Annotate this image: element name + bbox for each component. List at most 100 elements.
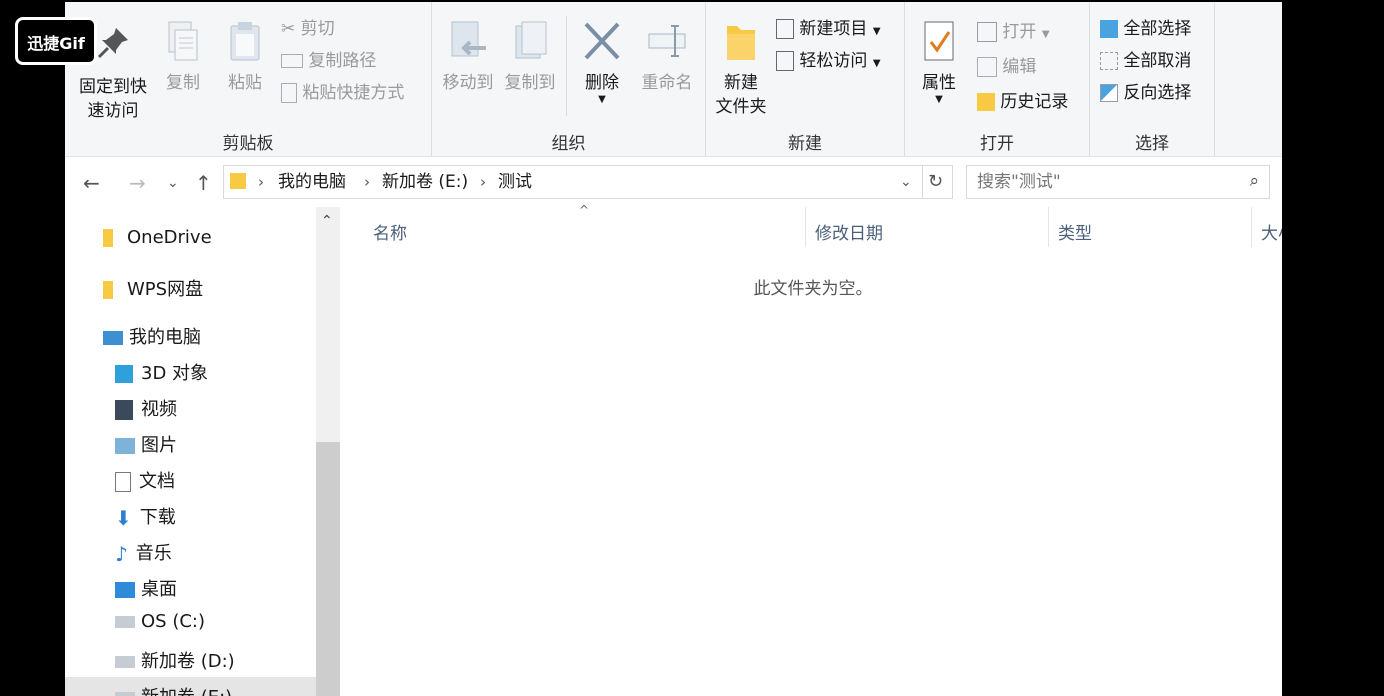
- nav-item-drive-d[interactable]: 新加卷 (D:): [115, 647, 235, 673]
- os-drive-icon: [115, 616, 135, 628]
- column-separator[interactable]: [1048, 207, 1049, 247]
- move-to-label: 移动到: [442, 73, 494, 93]
- nav-item-videos[interactable]: 视频: [115, 395, 177, 421]
- organize-divider: [566, 16, 567, 116]
- nav-item-pictures[interactable]: 图片: [115, 431, 177, 457]
- back-arrow-icon[interactable]: ←: [83, 171, 100, 195]
- properties-dropdown-icon[interactable]: ▼: [911, 95, 967, 105]
- select-none-icon: [1100, 52, 1118, 70]
- nav-item-wps[interactable]: WPS网盘: [103, 275, 203, 301]
- refresh-icon[interactable]: ↻: [928, 166, 943, 198]
- edit-label: 编辑: [1002, 57, 1037, 77]
- nav-item-downloads[interactable]: ⬇ 下载: [115, 503, 176, 530]
- history-label: 历史记录: [1000, 92, 1069, 112]
- column-separator[interactable]: [805, 207, 806, 247]
- new-item-button[interactable]: 新建项目 ▼: [776, 14, 881, 44]
- breadcrumb-drive-e[interactable]: 新加卷 (E:): [382, 166, 468, 198]
- paste-shortcut-button[interactable]: 粘贴快捷方式: [281, 78, 404, 108]
- cube-3d-icon: [115, 365, 133, 383]
- breadcrumb-my-computer[interactable]: 我的电脑: [278, 166, 346, 198]
- column-header-size[interactable]: 大小: [1261, 219, 1282, 244]
- breadcrumb-current-folder[interactable]: 测试: [498, 166, 532, 198]
- properties-button[interactable]: 属性 ▼: [911, 20, 967, 105]
- nav-item-music[interactable]: ♪ 音乐: [115, 539, 172, 566]
- select-none-button[interactable]: 全部取消: [1100, 46, 1191, 76]
- folder-icon: [103, 281, 113, 299]
- address-row: ← → ⌄ ↑ › 我的电脑 › 新加卷 (E:) › 测试 ⌄ ↻ 搜索"测试…: [65, 157, 1282, 207]
- nav-item-drive-e[interactable]: 新加卷 (E:): [65, 677, 316, 696]
- column-header-modified[interactable]: 修改日期: [815, 219, 883, 244]
- delete-x-icon: [584, 22, 620, 60]
- film-icon: [115, 400, 133, 420]
- open-button[interactable]: 打开 ▼: [977, 17, 1050, 47]
- search-box[interactable]: 搜索"测试" ⌕: [966, 165, 1270, 199]
- nav-item-desktop[interactable]: 桌面: [115, 575, 177, 601]
- ribbon: 固定到快 速访问 复制 粘贴 ✂ 剪切 复制路径 粘贴快捷方式 剪贴板 移动到 …: [65, 2, 1282, 157]
- address-bar[interactable]: › 我的电脑 › 新加卷 (E:) › 测试 ⌄ ↻: [223, 165, 953, 199]
- select-group: 全部选择 全部取消 反向选择 选择: [1090, 2, 1215, 156]
- select-all-label: 全部选择: [1123, 19, 1192, 39]
- explorer-window: 固定到快 速访问 复制 粘贴 ✂ 剪切 复制路径 粘贴快捷方式 剪贴板 移动到 …: [65, 2, 1282, 696]
- recent-locations-chevron-icon[interactable]: ⌄: [167, 175, 179, 191]
- scrollbar-thumb[interactable]: [316, 442, 340, 696]
- sort-ascending-icon: ^: [579, 203, 590, 217]
- paste-button[interactable]: 粘贴: [215, 20, 275, 95]
- select-all-icon: [1100, 20, 1118, 38]
- nav-item-documents[interactable]: 文档: [115, 467, 175, 493]
- select-all-button[interactable]: 全部选择: [1100, 14, 1191, 44]
- breadcrumb-separator-icon[interactable]: ›: [258, 166, 264, 198]
- forward-arrow-icon[interactable]: →: [129, 171, 146, 195]
- easy-access-button[interactable]: 轻松访问 ▼: [776, 46, 881, 76]
- breadcrumb-separator-icon[interactable]: ›: [480, 166, 486, 198]
- open-label: 打开: [1002, 22, 1037, 42]
- nav-item-3d-objects[interactable]: 3D 对象: [115, 359, 208, 385]
- address-history-chevron-icon[interactable]: ⌄: [900, 166, 912, 198]
- invert-selection-button[interactable]: 反向选择: [1100, 78, 1191, 108]
- column-header-type[interactable]: 类型: [1058, 219, 1092, 244]
- paste-icon: [230, 22, 260, 61]
- rename-icon: [648, 25, 686, 57]
- nav-item-label: OS (C:): [141, 611, 205, 632]
- delete-button[interactable]: 删除 ▼: [572, 20, 632, 105]
- pin-label: 固定到快 速访问: [79, 77, 147, 121]
- up-arrow-icon[interactable]: ↑: [195, 171, 212, 195]
- nav-item-label: 新加卷 (D:): [141, 651, 235, 672]
- rename-button[interactable]: 重命名: [632, 20, 702, 95]
- computer-icon: [103, 331, 123, 345]
- copy-to-button[interactable]: 复制到: [498, 20, 562, 95]
- history-button[interactable]: 历史记录: [977, 87, 1068, 117]
- scroll-up-chevron-icon[interactable]: ⌃: [321, 213, 333, 229]
- nav-item-onedrive[interactable]: OneDrive: [103, 227, 212, 248]
- column-header-name[interactable]: 名称: [373, 219, 407, 244]
- delete-dropdown-icon[interactable]: ▼: [572, 95, 632, 105]
- new-folder-button[interactable]: 新建 文件夹: [710, 20, 772, 119]
- download-arrow-icon: ⬇: [115, 506, 132, 530]
- copy-icon: [168, 21, 198, 61]
- organize-group-label: 组织: [551, 134, 586, 154]
- desktop-icon: [115, 582, 135, 598]
- rename-label: 重命名: [641, 73, 693, 93]
- paste-shortcut-label: 粘贴快捷方式: [302, 83, 405, 103]
- edit-button[interactable]: 编辑: [977, 52, 1036, 82]
- open-group: 属性 ▼ 打开 ▼ 编辑 历史记录 打开: [905, 2, 1090, 156]
- document-icon: [115, 472, 131, 492]
- paste-shortcut-icon: [281, 83, 297, 103]
- copy-path-button[interactable]: 复制路径: [281, 46, 376, 76]
- folder-icon: [230, 173, 246, 189]
- breadcrumb-separator-icon[interactable]: ›: [364, 166, 370, 198]
- nav-item-drive-c[interactable]: OS (C:): [115, 611, 205, 632]
- copy-button[interactable]: 复制: [153, 20, 213, 95]
- column-separator[interactable]: [1251, 207, 1252, 247]
- nav-item-label: 新加卷 (E:): [141, 687, 232, 696]
- navigation-pane: OneDrive WPS网盘 我的电脑 3D 对象 视频 图片 文档 ⬇ 下载 ♪…: [65, 207, 341, 696]
- search-icon[interactable]: ⌕: [1249, 171, 1259, 191]
- pin-icon: [97, 28, 128, 59]
- nav-scrollbar[interactable]: ⌃: [316, 207, 340, 696]
- drive-icon: [115, 656, 135, 668]
- nav-item-label: OneDrive: [127, 227, 212, 248]
- move-to-button[interactable]: 移动到: [436, 20, 500, 95]
- nav-item-label: WPS网盘: [127, 279, 204, 300]
- cut-button[interactable]: ✂ 剪切: [281, 14, 335, 44]
- nav-item-my-computer[interactable]: 我的电脑: [103, 323, 201, 349]
- paste-label: 粘贴: [228, 73, 262, 93]
